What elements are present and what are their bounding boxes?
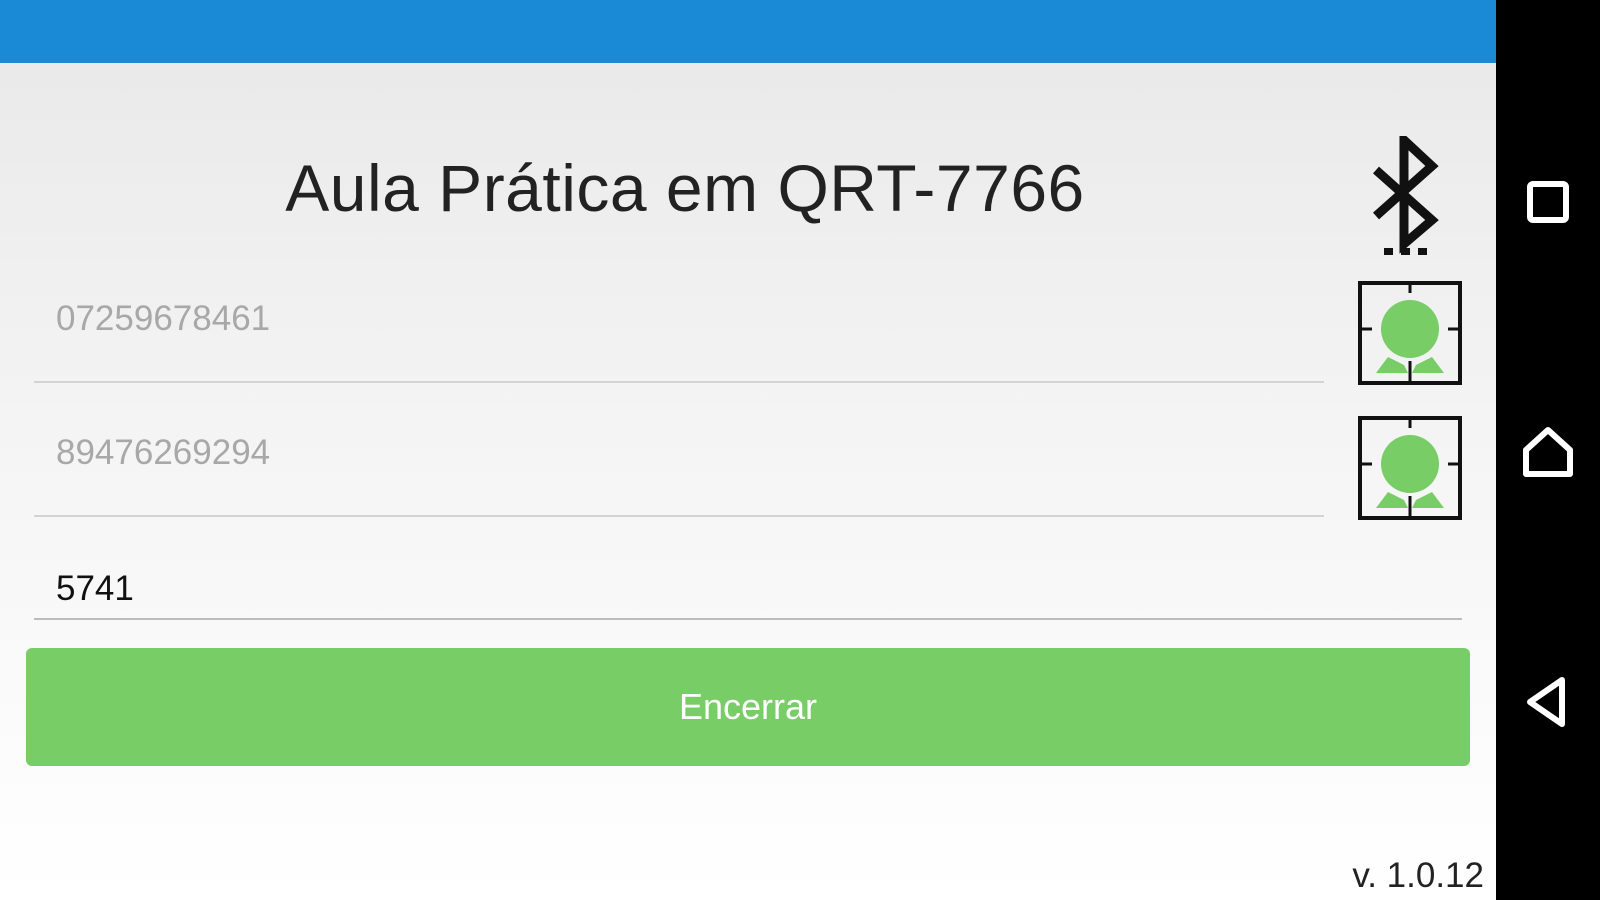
code-input-1[interactable] [34,290,1324,348]
scan-button-2[interactable] [1358,416,1462,520]
home-icon[interactable] [1518,422,1578,482]
code-input-1-underline [34,381,1324,383]
square-icon[interactable] [1518,172,1578,232]
app-screen: Aula Prática em QRT-7766 Encerrar v. 1.0… [0,0,1496,900]
android-nav-bar [1496,0,1600,900]
scan-button-1[interactable] [1358,281,1462,385]
status-bar [0,0,1496,63]
code-input-2-underline [34,515,1324,517]
code-input-3-underline [34,618,1462,620]
code-input-2[interactable] [34,424,1324,482]
back-triangle-icon[interactable] [1518,672,1578,732]
page-title: Aula Prática em QRT-7766 [285,151,1085,225]
encerrar-button[interactable]: Encerrar [26,648,1470,766]
version-label: v. 1.0.12 [1352,856,1484,895]
bluetooth-icon[interactable] [1370,136,1448,264]
code-input-3[interactable] [34,560,1462,618]
